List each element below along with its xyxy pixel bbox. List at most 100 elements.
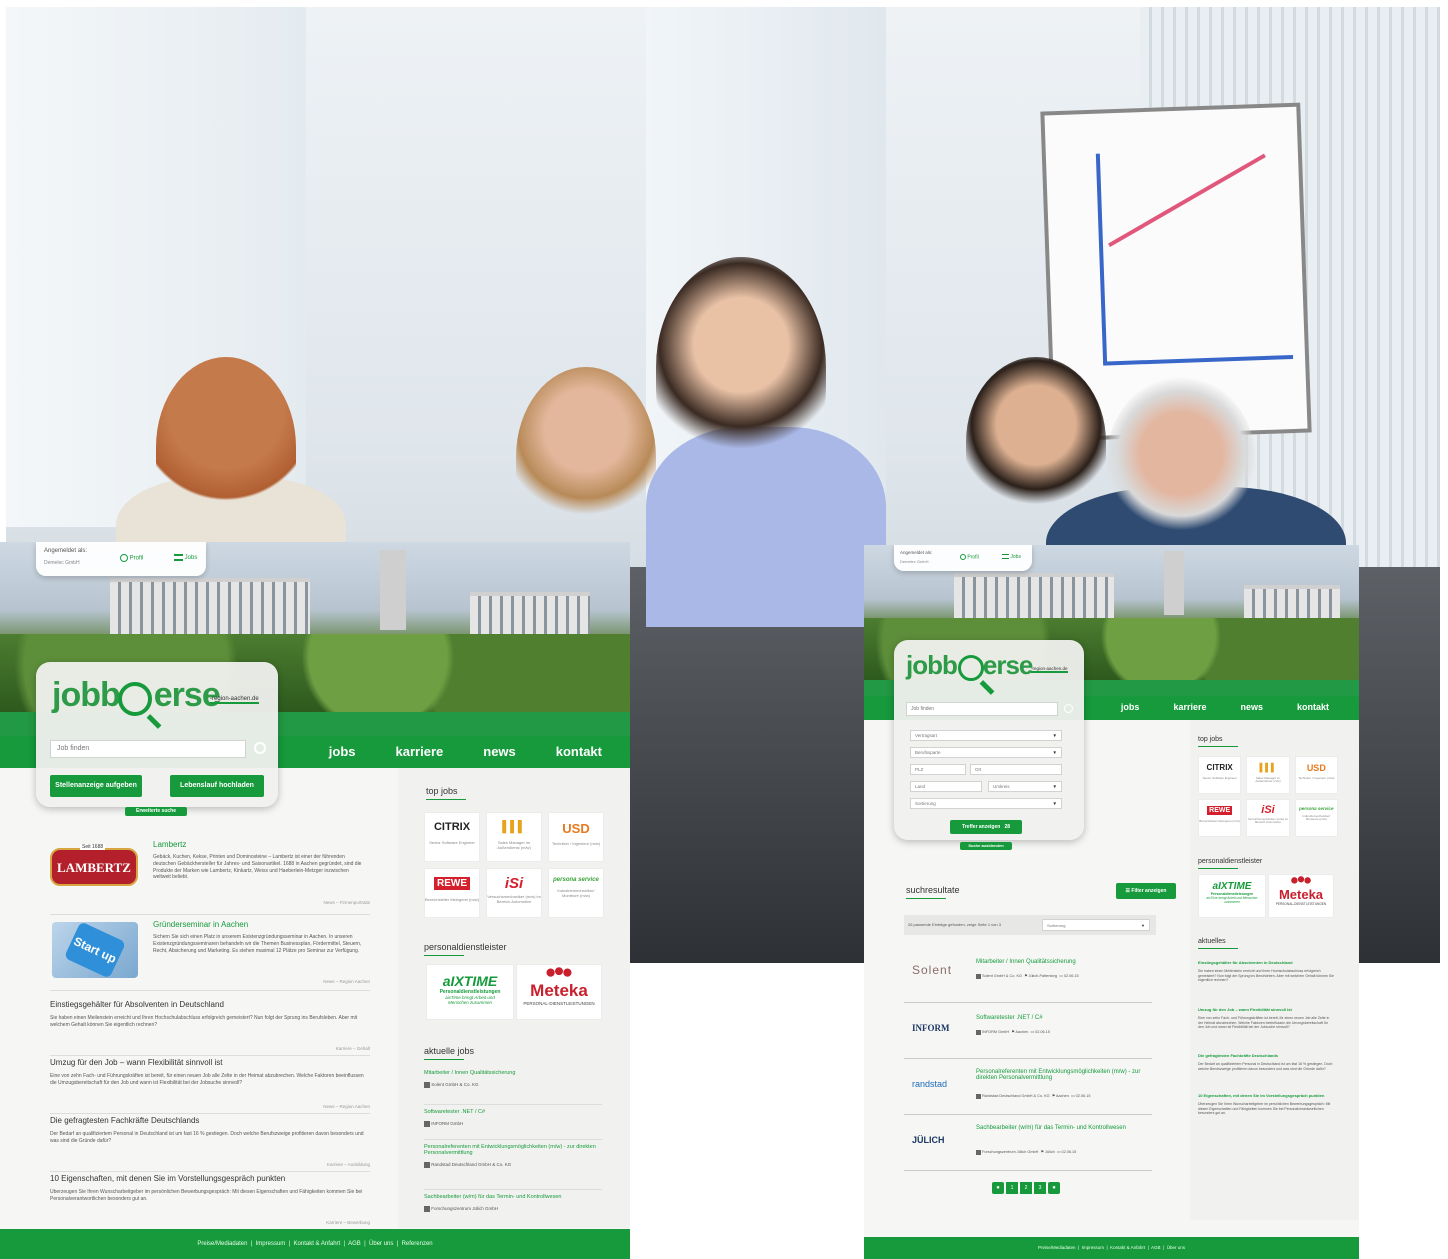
next-page-button[interactable]: ● <box>1048 1182 1060 1194</box>
lambertz-logo: LAMBERTZ <box>50 848 138 886</box>
news-item[interactable]: 10 Eigenschaften, mit denen Sie im Vorst… <box>1198 1093 1334 1139</box>
news-item[interactable]: Einstiegsgehälter für Absolventen in Deu… <box>1198 960 1334 1007</box>
result-logo: INFORM <box>912 1023 950 1033</box>
search-icon[interactable] <box>254 742 266 754</box>
news-title[interactable]: Umzug für den Job – wann Flexibilität si… <box>1198 1007 1334 1012</box>
upload-cv-button[interactable]: Lebenslauf hochladen <box>170 775 264 797</box>
top-job-tile[interactable]: iSi Versuchsmechaniker (m/w) im Bereich … <box>486 868 542 918</box>
nav-news[interactable]: news <box>1240 702 1263 712</box>
nav-news[interactable]: news <box>483 744 516 759</box>
news-item[interactable]: Die gefragtesten Fachkräfte Deutschlands… <box>1198 1053 1334 1093</box>
aixtime-logo: aIXTIME <box>442 973 498 989</box>
jobs-link[interactable]: Jobs <box>174 554 197 561</box>
nav-jobs[interactable]: jobs <box>329 744 356 759</box>
result-item[interactable]: INFORM Softwaretester .NET / C# INFORM G… <box>904 1003 1152 1059</box>
prev-page-button[interactable]: ● <box>992 1182 1004 1194</box>
top-job-tile[interactable]: REWE Bereichsleiter Metzgerei (m/w) <box>424 868 480 918</box>
results-sort-select[interactable]: Sortierung ▼ <box>1042 919 1150 931</box>
nav-kontakt[interactable]: kontakt <box>556 744 602 759</box>
footer-links[interactable]: Preise/Mediadaten | Impressum | Kontakt … <box>197 1241 432 1247</box>
show-results-button[interactable]: Treffer anzeigen 28 <box>950 820 1022 834</box>
footer-links[interactable]: Preise/Mediadaten | Impressum | Kontakt … <box>1038 1245 1185 1250</box>
login-company: Demelec GmbH <box>44 560 80 566</box>
top-job-tile[interactable]: persona service Industriemechaniker/ Mon… <box>1294 799 1338 837</box>
job-item[interactable]: Personalreferenten mit Entwicklungsmögli… <box>424 1144 602 1190</box>
hide-search-tab[interactable]: Suche ausblenden <box>960 842 1012 850</box>
top-job-tile[interactable]: USD Techniker / Ingenieur (m/w) <box>548 812 604 862</box>
advanced-search-tab[interactable]: Erweiterte suche <box>125 807 187 816</box>
job-title[interactable]: Sachbearbeiter (w/m) für das Termin- und… <box>424 1194 602 1200</box>
top-job-tile[interactable]: CITRIX Senior Software Engineer <box>424 812 480 862</box>
berufssparte-select[interactable]: Berufssparte ▼ <box>910 747 1062 758</box>
plz-input[interactable]: PLZ <box>910 764 966 775</box>
news-title[interactable]: 10 Eigenschaften, mit denen Sie im Vorst… <box>50 1174 370 1183</box>
search-input[interactable]: Job finden <box>906 702 1058 716</box>
page-3-button[interactable]: 3 <box>1034 1182 1046 1194</box>
nav-jobs[interactable]: jobs <box>1121 702 1140 712</box>
result-title[interactable]: Mitarbeiter / Innen Qualitätssicherung <box>976 959 1152 965</box>
news-title[interactable]: Umzug für den Job – wann Flexibilität si… <box>50 1058 370 1067</box>
job-title[interactable]: Softwaretester .NET / C# <box>424 1109 602 1115</box>
top-job-tile[interactable]: CITRIX Senior Software Engineer <box>1198 756 1242 794</box>
news-title[interactable]: Einstiegsgehälter für Absolventen in Deu… <box>1198 960 1334 965</box>
page-1-button[interactable]: 1 <box>1006 1182 1018 1194</box>
vertragsart-select[interactable]: Vertragsart ▼ <box>910 730 1062 741</box>
top-job-tile[interactable]: persona service Industriemechaniker/ Mon… <box>548 868 604 918</box>
job-caption: Bereichsleiter Metzgerei (m/w) <box>1199 819 1240 823</box>
news-title[interactable]: Einstiegsgehälter für Absolventen in Deu… <box>50 1000 370 1009</box>
post-job-button[interactable]: Stellenanzeige aufgeben <box>50 775 142 797</box>
top-job-tile[interactable]: ▌▌▌ Sales Manager im Außendienst (m/w) <box>486 812 542 862</box>
pd-tile-aixtime[interactable]: aIXTIME Personaldienstleistungen aixTime… <box>426 964 514 1020</box>
search-input[interactable]: Job finden <box>50 740 246 758</box>
news-item[interactable]: Die gefragtesten Fachkräfte Deutschlands… <box>50 1116 370 1172</box>
top-job-tile[interactable]: USD Techniker / Ingenieur (m/w) <box>1294 756 1338 794</box>
pd-tile-aixtime[interactable]: aIXTIME Personaldienstleistungen aixTime… <box>1198 874 1266 918</box>
nav-karriere[interactable]: karriere <box>396 744 444 759</box>
show-filter-button[interactable]: ☰ Filter anzeigen <box>1116 883 1176 899</box>
article-title[interactable]: Gründerseminar in Aachen <box>153 920 248 929</box>
jobs-link[interactable]: Jobs <box>1002 554 1021 560</box>
feature-article[interactable]: Start up Gründerseminar in Aachen Sicher… <box>50 920 370 990</box>
company-logo: iSi <box>1261 804 1275 816</box>
job-title[interactable]: Personalreferenten mit Entwicklungsmögli… <box>424 1144 602 1156</box>
profile-link[interactable]: Profil <box>120 554 143 562</box>
result-title[interactable]: Sachbearbeiter (w/m) für das Termin- und… <box>976 1125 1126 1131</box>
result-title[interactable]: Personalreferenten mit Entwicklungsmögli… <box>976 1069 1152 1081</box>
result-company: INFORM GmbH <box>982 1030 1010 1034</box>
job-item[interactable]: Sachbearbeiter (w/m) für das Termin- und… <box>424 1194 602 1224</box>
nav-karriere[interactable]: karriere <box>1173 702 1206 712</box>
land-input[interactable]: Land <box>910 781 982 792</box>
search-icon[interactable] <box>1064 704 1073 713</box>
top-job-tile[interactable]: ▌▌▌ Sales Manager im Außendienst (m/w) <box>1246 756 1290 794</box>
meteka-logo: Meteka <box>1278 887 1324 902</box>
pd-tile-meteka[interactable]: Meteka PERSONAL-DIENSTLEISTUNGEN <box>516 964 602 1020</box>
news-title[interactable]: Die gefragtesten Fachkräfte Deutschlands <box>50 1116 370 1125</box>
news-item[interactable]: Umzug für den Job – wann Flexibilität si… <box>1198 1007 1334 1053</box>
news-item[interactable]: Einstiegsgehälter für Absolventen in Deu… <box>50 1000 370 1056</box>
pd-tile-meteka[interactable]: Meteka PERSONAL-DIENSTLEISTUNGEN <box>1268 874 1334 918</box>
news-item[interactable]: Umzug für den Job – wann Flexibilität si… <box>50 1058 370 1114</box>
job-item[interactable]: Softwaretester .NET / C# INFORM GmbH <box>424 1109 602 1140</box>
feature-article[interactable]: LAMBERTZ Seit 1688 Lambertz Gebäck, Kuch… <box>50 840 370 920</box>
article-title[interactable]: Lambertz <box>153 840 186 849</box>
news-title[interactable]: 10 Eigenschaften, mit denen Sie im Vorst… <box>1198 1093 1334 1098</box>
job-caption: Techniker / Ingenieur (m/w) <box>551 841 601 846</box>
profile-link[interactable]: Profil <box>960 554 979 560</box>
umkreis-select[interactable]: Umkreis ▼ <box>988 781 1062 792</box>
page-2-button[interactable]: 2 <box>1020 1182 1032 1194</box>
result-item[interactable]: randstad Personalreferenten mit Entwickl… <box>904 1059 1152 1115</box>
news-title[interactable]: Die gefragtesten Fachkräfte Deutschlands <box>1198 1053 1334 1058</box>
sortierung-select[interactable]: Sortierung ▼ <box>910 798 1062 809</box>
job-caption: Industriemechaniker/ Monteure (m/w) <box>557 888 595 898</box>
top-job-tile[interactable]: REWE Bereichsleiter Metzgerei (m/w) <box>1198 799 1242 837</box>
job-title[interactable]: Mitarbeiter / Innen Qualitätssicherung <box>424 1070 602 1076</box>
result-title[interactable]: Softwaretester .NET / C# <box>976 1015 1152 1021</box>
nav-kontakt[interactable]: kontakt <box>1297 702 1329 712</box>
result-item[interactable]: JÜLICH Sachbearbeiter (w/m) für das Term… <box>904 1115 1152 1171</box>
news-item[interactable]: 10 Eigenschaften, mit denen Sie im Vorst… <box>50 1174 370 1230</box>
ort-input[interactable]: Ort <box>970 764 1062 775</box>
job-item[interactable]: Mitarbeiter / Innen Qualitätssicherung S… <box>424 1070 602 1105</box>
result-item[interactable]: Solent Mitarbeiter / Innen Qualitätssich… <box>904 947 1152 1003</box>
vertragsart-label: Vertragsart <box>915 733 938 738</box>
top-job-tile[interactable]: iSi Versuchsmechaniker (m/w) im Bereich … <box>1246 799 1290 837</box>
